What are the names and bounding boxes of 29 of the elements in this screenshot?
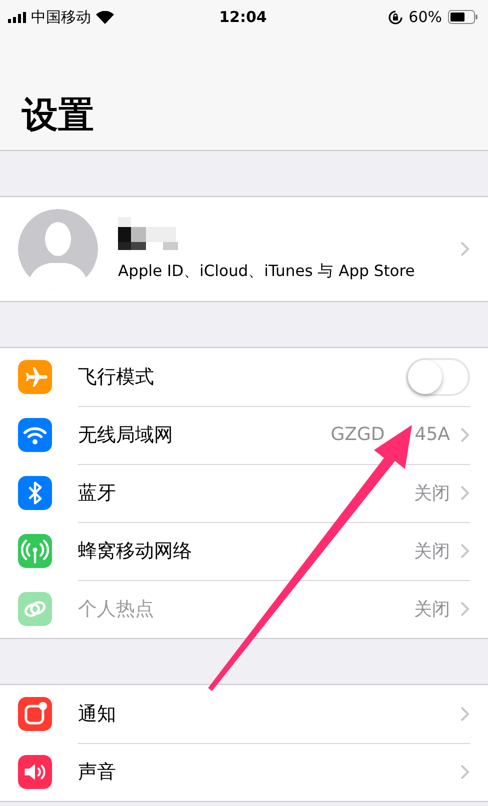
avatar-icon[interactable] (18, 209, 98, 289)
chevron-icon (460, 764, 470, 780)
row-value: 45A (414, 424, 450, 445)
row-label[interactable]: 通知 (78, 700, 450, 726)
row-value: GZGD (330, 424, 385, 445)
chevron-icon (460, 601, 470, 617)
chevron-icon (460, 484, 470, 500)
row-value: 关闭 (414, 540, 450, 562)
clock-time: 12:04 (219, 8, 267, 26)
battery-icon (448, 10, 478, 24)
row-label[interactable]: 飞行模式 (78, 364, 396, 390)
chevron-icon (460, 542, 470, 558)
page-title: 设置 (22, 94, 94, 138)
row-label[interactable]: 无线局域网 (78, 422, 321, 448)
chevron-icon (460, 706, 470, 722)
wifi-icon (96, 10, 114, 24)
row-value: 关闭 (414, 482, 450, 504)
carrier-name: 中国移动 (31, 8, 91, 26)
row-label[interactable]: 蓝牙 (78, 480, 404, 506)
toggle-switch[interactable] (406, 358, 470, 396)
row-label[interactable]: 声音 (78, 759, 450, 785)
chevron-icon (460, 426, 470, 442)
row-value: 关闭 (414, 598, 450, 621)
signal-icon (8, 12, 26, 22)
row-label[interactable]: 蜂窝移动网络 (78, 538, 404, 564)
chevron-icon (460, 241, 470, 257)
rotation-lock-icon (388, 10, 403, 24)
battery-percent: 60% (408, 8, 442, 26)
account-subtitle: Apple ID、iCloud、iTunes 与 App Store (118, 260, 416, 282)
